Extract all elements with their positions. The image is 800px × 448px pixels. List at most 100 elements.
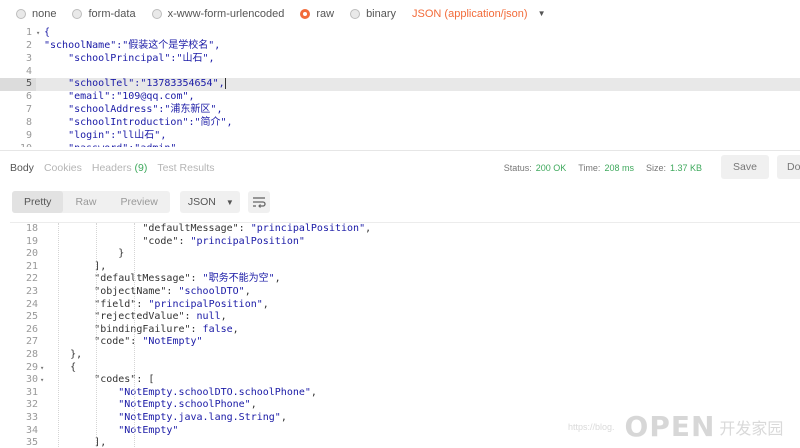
radio-selected-icon [300,8,311,19]
line-number: 2 [25,39,32,51]
fold-arrow-icon [38,299,46,312]
body-type-urlencoded[interactable]: x-www-form-urlencoded [151,7,285,20]
fold-arrow-icon [38,261,46,274]
line-number: 9 [25,129,32,141]
body-type-urlencoded-label: x-www-form-urlencoded [167,7,285,20]
response-code-line: 27 "code": "NotEmpty" [10,336,800,349]
fold-arrow-icon [38,236,46,249]
request-code-text: "schoolName":"假装这个是学校名", [44,39,221,51]
json-value: "NotEmpty" [118,424,179,436]
line-number: 26 [25,323,38,335]
request-body-editor[interactable]: 1 ▾{2 "schoolName":"假装这个是学校名", 3 "schoolPri… [0,27,800,147]
download-button[interactable]: Do [777,155,800,179]
fold-arrow-icon [38,273,46,286]
line-number: 28 [25,348,38,360]
json-value: "职务不能为空" [202,273,275,285]
tab-cookies[interactable]: Cookies [44,162,82,174]
raw-button[interactable]: Raw [63,191,108,213]
size-value: 1.37 KB [669,163,702,173]
line-number: 32 [25,399,38,411]
fold-arrow-icon[interactable]: ▾ [38,362,46,375]
fold-arrow-icon[interactable]: ▾ [36,27,44,40]
json-value: null [196,311,221,323]
time-label: Time: [578,163,601,173]
json-punct: , [250,399,257,411]
response-code-line: 23 "objectName": "schoolDTO", [10,286,800,299]
preview-button[interactable]: Preview [108,191,169,213]
watermark: https://blog. OPEN 开发家园 [568,410,783,443]
request-code-text: "password":"admin" [44,143,176,147]
line-number: 33 [25,411,38,423]
body-type-none-label: none [32,7,57,20]
request-code-line: 8 "schoolIntroduction":"简介", [0,117,800,130]
response-code-text: "NotEmpty.schoolDTO.schoolPhone", [46,387,317,400]
request-code-line: 5 "schoolTel":"13783354654", [0,78,800,92]
fold-arrow-icon [38,311,46,324]
watermark-cn: 开发家园 [719,420,784,438]
json-value: "principalPosition" [190,235,305,247]
request-code-line: 3 "schoolPrincipal":"山石", [0,53,800,66]
request-code-text: "schoolIntroduction":"简介", [44,116,233,128]
fold-arrow-icon[interactable]: ▾ [38,374,46,387]
line-number: 7 [25,104,32,116]
json-punct: , [262,298,269,310]
fold-arrow-icon [38,324,46,337]
line-number: 21 [25,260,38,272]
pretty-button[interactable]: Pretty [12,191,64,213]
body-type-form-data[interactable]: form-data [72,8,136,20]
json-punct: , [365,223,372,234]
line-number: 24 [25,298,38,310]
line-number: 35 [25,437,38,448]
body-type-raw[interactable]: raw [300,8,334,20]
fold-arrow-icon [38,399,46,412]
line-number: 29 [25,361,38,373]
tab-body[interactable]: Body [10,162,34,174]
json-value: "NotEmpty.schoolPhone" [118,399,251,411]
tab-test-results[interactable]: Test Results [157,162,214,174]
radio-icon [72,8,83,19]
indent-guide [96,223,97,448]
content-type-dropdown[interactable]: JSON (application/json) ▼ [412,8,545,20]
json-punct: , [310,386,317,398]
response-code-text: "code": "NotEmpty" [46,336,202,349]
line-number: 23 [25,285,38,297]
json-punct: , [274,273,281,285]
json-separator: : [178,235,191,247]
json-punct: , [232,323,239,335]
json-separator: : [136,298,149,310]
response-code-text: "rejectedValue": null, [46,311,226,324]
indent-guide [58,223,59,448]
wrap-lines-button[interactable] [247,191,270,213]
response-code-text: "NotEmpty.java.lang.String", [46,412,287,425]
body-type-none[interactable]: none [16,8,56,20]
language-dropdown[interactable]: JSON ▼ [179,191,240,213]
tab-headers[interactable]: Headers (9) [92,162,147,174]
json-separator: : [184,311,197,323]
radio-icon [350,8,361,19]
content-type-label: JSON (application/json) [412,7,528,20]
json-value: "principalPosition" [250,223,366,234]
line-number: 18 [25,223,38,234]
line-number: 19 [25,235,38,247]
radio-icon [151,8,162,19]
request-code-text: "login":"ll山石", [44,129,167,141]
response-code-line: 18 "defaultMessage": "principalPosition"… [10,223,800,236]
json-punct: { [70,361,77,373]
body-type-selector: none form-data x-www-form-urlencoded raw… [0,0,800,27]
request-code-line: 9 "login":"ll山石", [0,130,800,143]
save-response-button[interactable]: Save [721,155,769,179]
response-format-toolbar: Pretty Raw Preview JSON ▼ [0,184,800,220]
json-key: "field" [94,298,137,310]
json-key: "bindingFailure" [94,323,191,335]
response-code-text: { [46,362,76,375]
indent-guide [134,223,135,448]
body-type-binary[interactable]: binary [350,8,396,20]
